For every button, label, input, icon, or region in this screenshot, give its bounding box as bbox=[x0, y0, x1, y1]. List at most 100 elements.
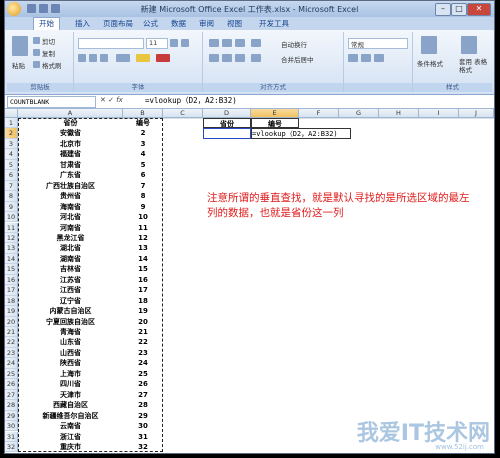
column-header-e[interactable]: E bbox=[251, 109, 299, 118]
province-cell[interactable]: 广西壮族自治区 bbox=[18, 181, 123, 191]
font-size-select[interactable]: 11 bbox=[146, 38, 168, 49]
border-icon[interactable] bbox=[116, 54, 130, 62]
align-bottom-icon[interactable] bbox=[235, 39, 245, 47]
row-header-26[interactable]: 26 bbox=[5, 379, 18, 390]
row-header-32[interactable]: 32 bbox=[5, 441, 18, 453]
header-province-cell[interactable]: 省份 bbox=[18, 118, 123, 128]
select-all-corner[interactable] bbox=[5, 109, 18, 118]
column-header-c[interactable]: C bbox=[163, 109, 203, 118]
formula-input[interactable]: =vlookup（D2，A2:B32) bbox=[145, 96, 237, 106]
font-name-select[interactable] bbox=[78, 38, 144, 49]
table-format-icon[interactable] bbox=[461, 36, 477, 54]
code-cell[interactable]: 6 bbox=[123, 170, 163, 180]
enter-icon[interactable]: ✓ bbox=[108, 96, 114, 104]
province-cell[interactable]: 北京市 bbox=[18, 139, 123, 149]
merge-center-button[interactable]: 合并后居中 bbox=[281, 54, 314, 64]
code-cell[interactable]: 21 bbox=[123, 327, 163, 337]
tab-developer[interactable]: 开发工具 bbox=[259, 18, 289, 30]
tab-data[interactable]: 数据 bbox=[171, 18, 186, 30]
code-cell[interactable]: 2 bbox=[123, 128, 163, 138]
fill-color-icon[interactable] bbox=[136, 54, 150, 62]
code-cell[interactable]: 11 bbox=[123, 223, 163, 233]
code-cell[interactable]: 9 bbox=[123, 202, 163, 212]
comma-icon[interactable] bbox=[374, 54, 384, 62]
province-cell[interactable]: 湖北省 bbox=[18, 243, 123, 253]
code-cell[interactable]: 28 bbox=[123, 400, 163, 410]
row-header-22[interactable]: 22 bbox=[5, 337, 18, 348]
province-cell[interactable]: 新疆维吾尔自治区 bbox=[18, 411, 123, 421]
lookup-code-header[interactable]: 编号 bbox=[251, 118, 299, 129]
tab-page-layout[interactable]: 页面布局 bbox=[103, 18, 133, 30]
row-header-17[interactable]: 17 bbox=[5, 285, 18, 296]
province-cell[interactable]: 福建省 bbox=[18, 149, 123, 159]
tab-formulas[interactable]: 公式 bbox=[143, 18, 158, 30]
province-cell[interactable]: 湖南省 bbox=[18, 254, 123, 264]
insert-function-icon[interactable]: fx bbox=[116, 96, 123, 104]
code-cell[interactable]: 29 bbox=[123, 411, 163, 421]
code-cell[interactable]: 30 bbox=[123, 421, 163, 431]
province-cell[interactable]: 吉林省 bbox=[18, 264, 123, 274]
align-right-icon[interactable] bbox=[235, 54, 245, 62]
province-cell[interactable]: 重庆市 bbox=[18, 442, 123, 452]
row-header-30[interactable]: 30 bbox=[5, 421, 18, 432]
paste-icon[interactable] bbox=[12, 36, 28, 56]
row-header-10[interactable]: 10 bbox=[5, 212, 18, 223]
province-cell[interactable]: 山东省 bbox=[18, 337, 123, 347]
column-header-a[interactable]: A bbox=[18, 109, 123, 118]
tab-review[interactable]: 审阅 bbox=[199, 18, 214, 30]
province-cell[interactable]: 河南省 bbox=[18, 223, 123, 233]
code-cell[interactable]: 14 bbox=[123, 254, 163, 264]
code-cell[interactable]: 32 bbox=[123, 442, 163, 452]
align-center-icon[interactable] bbox=[222, 54, 232, 62]
row-header-3[interactable]: 3 bbox=[5, 138, 18, 150]
row-header-28[interactable]: 28 bbox=[5, 400, 18, 411]
code-cell[interactable]: 24 bbox=[123, 358, 163, 368]
code-cell[interactable]: 7 bbox=[123, 181, 163, 191]
row-header-2[interactable]: 2 bbox=[5, 128, 18, 139]
row-header-24[interactable]: 24 bbox=[5, 358, 18, 369]
column-header-f[interactable]: F bbox=[299, 109, 339, 118]
column-header-g[interactable]: G bbox=[339, 109, 379, 118]
province-cell[interactable]: 甘肃省 bbox=[18, 160, 123, 170]
currency-icon[interactable] bbox=[348, 54, 358, 62]
active-formula-cell[interactable]: =vlookup（D2，A2:B32) bbox=[251, 128, 351, 139]
province-cell[interactable]: 上海市 bbox=[18, 369, 123, 379]
cut-button[interactable]: 剪切 bbox=[42, 36, 55, 46]
row-header-14[interactable]: 14 bbox=[5, 253, 18, 265]
orientation-icon[interactable] bbox=[251, 39, 261, 47]
province-cell[interactable]: 安徽省 bbox=[18, 128, 123, 138]
conditional-format-icon[interactable] bbox=[421, 36, 437, 54]
number-format-select[interactable]: 常规 bbox=[348, 38, 408, 49]
row-header-21[interactable]: 21 bbox=[5, 327, 18, 338]
lookup-province-header[interactable]: 省份 bbox=[203, 118, 251, 129]
province-cell[interactable]: 西藏自治区 bbox=[18, 400, 123, 410]
code-cell[interactable]: 20 bbox=[123, 317, 163, 327]
code-cell[interactable]: 4 bbox=[123, 149, 163, 159]
province-cell[interactable]: 海南省 bbox=[18, 202, 123, 212]
code-cell[interactable]: 26 bbox=[123, 379, 163, 389]
code-cell[interactable]: 17 bbox=[123, 285, 163, 295]
shrink-font-icon[interactable] bbox=[181, 39, 189, 47]
code-cell[interactable]: 22 bbox=[123, 337, 163, 347]
format-painter-button[interactable]: 格式刷 bbox=[42, 60, 62, 70]
grow-font-icon[interactable] bbox=[170, 39, 178, 47]
row-header-11[interactable]: 11 bbox=[5, 222, 18, 233]
row-header-4[interactable]: 4 bbox=[5, 149, 18, 160]
code-cell[interactable]: 13 bbox=[123, 243, 163, 253]
province-cell[interactable]: 黑龙江省 bbox=[18, 233, 123, 243]
code-cell[interactable]: 31 bbox=[123, 432, 163, 442]
column-header-h[interactable]: H bbox=[379, 109, 419, 118]
tab-insert[interactable]: 插入 bbox=[75, 18, 90, 30]
row-header-15[interactable]: 15 bbox=[5, 264, 18, 275]
bold-icon[interactable] bbox=[78, 54, 86, 62]
name-box[interactable]: COUNTBLANK bbox=[7, 96, 96, 108]
row-header-13[interactable]: 13 bbox=[5, 243, 18, 254]
code-cell[interactable]: 25 bbox=[123, 369, 163, 379]
code-cell[interactable]: 3 bbox=[123, 139, 163, 149]
align-left-icon[interactable] bbox=[209, 54, 219, 62]
code-cell[interactable]: 23 bbox=[123, 348, 163, 358]
code-cell[interactable]: 10 bbox=[123, 212, 163, 222]
province-cell[interactable]: 贵州省 bbox=[18, 191, 123, 201]
row-header-27[interactable]: 27 bbox=[5, 389, 18, 401]
code-cell[interactable]: 12 bbox=[123, 233, 163, 243]
